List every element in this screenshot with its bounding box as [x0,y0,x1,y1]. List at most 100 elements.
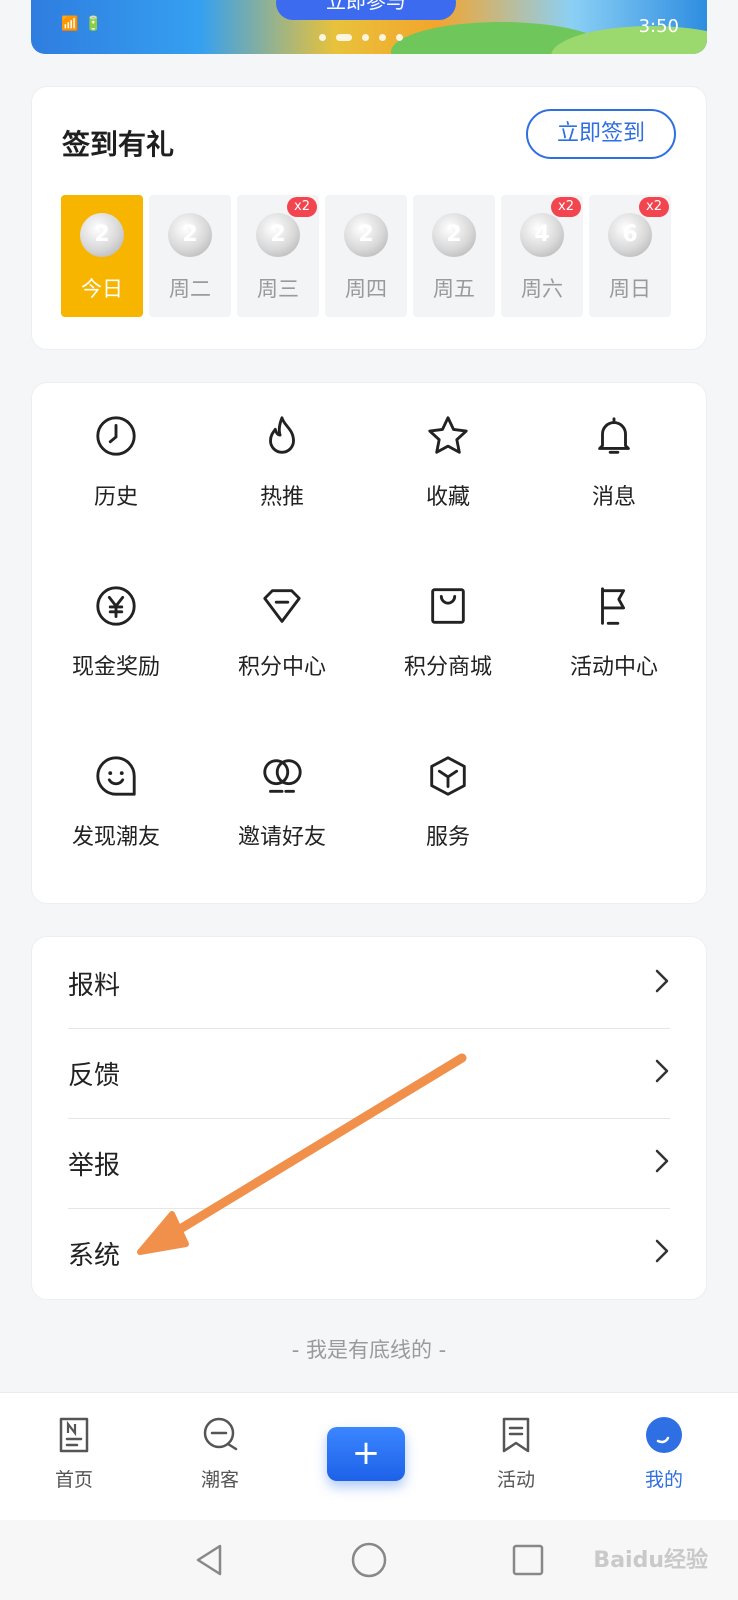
tab-label: 我的 [644,1469,683,1491]
feature-grid: 历史 热推 收藏 消息 现金奖励 积分中心 积分商城 活动中心 发现潮友 邀请好… [31,382,707,904]
coin-icon: 4 [520,213,564,257]
create-post-button[interactable]: + [327,1427,405,1481]
signin-days: 2 今日 2 周二 x2 2 周三 2 周四 2 周五 x2 4 周六 x2 6… [61,195,671,317]
promo-banner[interactable]: 立即参与 📶 🔋 3:50 [31,0,707,54]
signin-day[interactable]: x2 4 周六 [501,195,583,317]
grid-item-discover-friends[interactable]: 发现潮友 [32,753,200,851]
settings-list: 报料 反馈 举报 系统 [31,936,707,1300]
chat-icon [203,1417,238,1451]
list-item-label: 举报 [68,1151,121,1181]
grid-item-label: 热推 [259,485,304,510]
clock-icon [96,416,136,456]
grid-item-label: 现金奖励 [71,655,160,680]
grid-item-label: 消息 [591,485,636,510]
day-label: 周二 [169,277,211,301]
day-label: 周六 [521,277,563,301]
diamond-icon [263,589,301,623]
star-icon [428,416,468,454]
profile-icon [646,1417,682,1453]
tab-label: 潮客 [200,1469,239,1491]
tab-label: 活动 [496,1469,535,1491]
yen-icon [96,586,136,626]
grid-item-favorites[interactable]: 收藏 [364,413,532,511]
grid-item-points-mall[interactable]: 积分商城 [364,583,532,681]
pager-dot [319,34,326,41]
signal-icon: 📶 [61,16,79,32]
pager-dot-active [336,34,352,41]
signin-day[interactable]: 2 周二 [149,195,231,317]
grid-item-messages[interactable]: 消息 [530,413,698,511]
coin-icon: 2 [432,213,476,257]
friends-icon [263,759,302,793]
list-item-label: 系统 [68,1241,121,1271]
day-label: 周四 [345,277,387,301]
grid-item-label: 历史 [93,485,138,510]
day-label: 周五 [433,277,475,301]
banner-pager-dots [319,34,403,41]
flame-icon [269,416,295,454]
grid-item-label: 邀请好友 [237,825,326,850]
home-doc-icon [59,1417,89,1453]
tab-activity[interactable]: 活动 [466,1415,566,1492]
signin-day[interactable]: 2 周四 [325,195,407,317]
list-item-system[interactable]: 系统 [68,1207,670,1299]
grid-item-cash-reward[interactable]: 现金奖励 [32,583,200,681]
day-label: 周三 [257,277,299,301]
multiplier-badge: x2 [287,197,317,217]
home-icon[interactable] [349,1540,389,1580]
tab-home[interactable]: 首页 [24,1415,124,1492]
tab-chaoke[interactable]: 潮客 [170,1415,270,1492]
signin-day[interactable]: 2 周五 [413,195,495,317]
coin-icon: 2 [344,213,388,257]
signin-day[interactable]: x2 6 周日 [589,195,671,317]
status-icons: 📶 🔋 [61,16,102,32]
coin-icon: 6 [608,213,652,257]
pager-dot [396,34,403,41]
grid-item-label: 发现潮友 [71,825,160,850]
back-icon[interactable] [190,1540,230,1580]
grid-item-activity-center[interactable]: 活动中心 [530,583,698,681]
grid-item-points-center[interactable]: 积分中心 [198,583,366,681]
list-item-report-news[interactable]: 报料 [68,937,670,1029]
day-label: 周日 [609,277,651,301]
bell-icon [598,417,630,454]
flag-icon [601,587,626,625]
grid-item-invite-friends[interactable]: 邀请好友 [198,753,366,851]
system-nav-bar: Baidu经验 [0,1520,738,1600]
smiley-bubble-icon [96,756,136,796]
end-of-list-note: - 我是有底线的 - [291,1338,447,1362]
bottom-tab-bar: 首页 潮客 + 活动 我的 [0,1392,738,1520]
tab-mine[interactable]: 我的 [614,1415,714,1492]
tab-label: 首页 [54,1469,93,1491]
list-item-label: 反馈 [68,1061,121,1091]
recents-icon[interactable] [508,1540,548,1580]
signin-day[interactable]: x2 2 周三 [237,195,319,317]
coin-icon: 2 [168,213,212,257]
day-label: 今日 [81,277,123,301]
watermark: Baidu经验 [593,1548,708,1573]
chevron-right-icon [655,1059,669,1083]
list-item-report-abuse[interactable]: 举报 [68,1117,670,1209]
grid-item-services[interactable]: 服务 [364,753,532,851]
bookmark-icon [502,1417,530,1453]
grid-item-label: 积分中心 [237,655,326,680]
shopping-bag-icon [431,588,465,624]
grid-item-label: 积分商城 [403,655,492,680]
grid-item-hot[interactable]: 热推 [198,413,366,511]
pager-dot [379,34,386,41]
grid-item-label: 服务 [425,825,470,850]
chevron-right-icon [655,1239,669,1263]
coin-icon: 2 [80,213,124,257]
status-time: 3:50 [638,16,679,37]
signin-title: 签到有礼 [62,128,175,161]
battery-icon: 🔋 [84,16,102,32]
banner-join-button[interactable]: 立即参与 [276,0,456,20]
chevron-right-icon [655,969,669,993]
signin-day[interactable]: 2 今日 [61,195,143,317]
grid-item-history[interactable]: 历史 [32,413,200,511]
list-item-label: 报料 [68,971,121,1001]
grid-item-label: 活动中心 [569,655,658,680]
multiplier-badge: x2 [551,197,581,217]
signin-button[interactable]: 立即签到 [526,109,676,159]
list-item-feedback[interactable]: 反馈 [68,1027,670,1119]
